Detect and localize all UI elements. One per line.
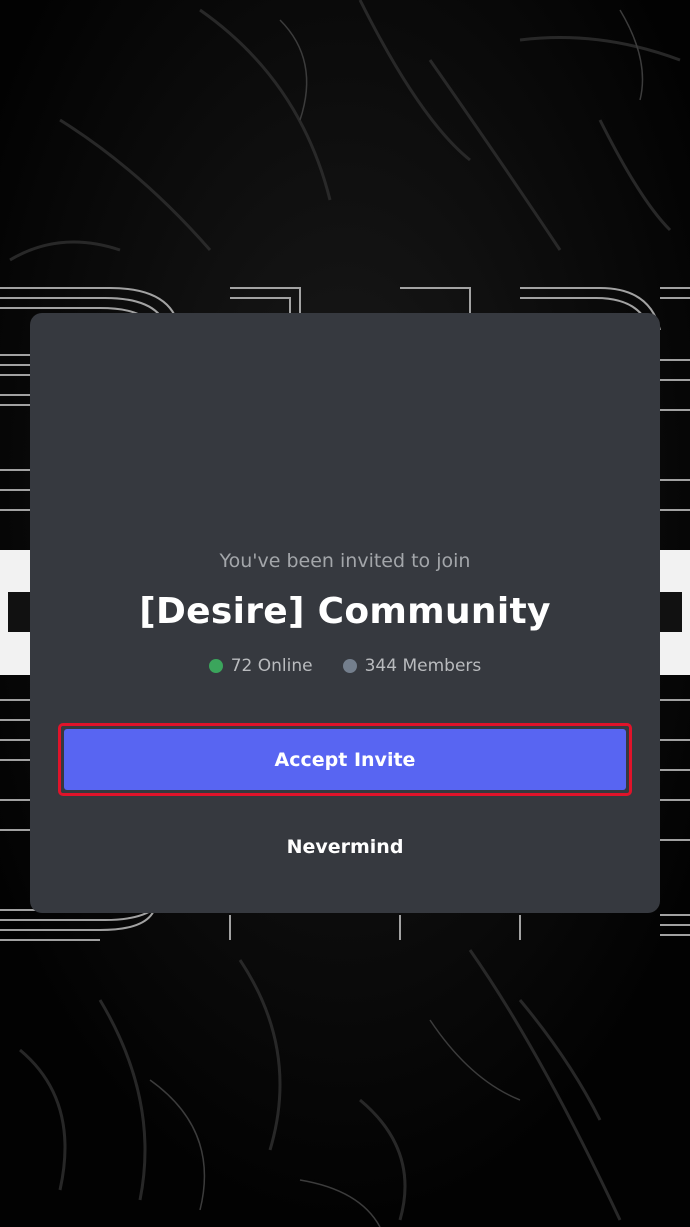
invite-subtitle: You've been invited to join	[219, 550, 471, 572]
member-count: 344 Members	[342, 656, 482, 676]
nevermind-button[interactable]: Nevermind	[245, 827, 445, 867]
server-name: [Desire] Community	[139, 591, 551, 632]
online-count: 72 Online	[208, 656, 313, 676]
accept-highlight-outline: Accept Invite	[58, 723, 632, 796]
member-count-label: 344 Members	[364, 656, 482, 676]
invite-screen: You've been invited to join [Desire] Com…	[0, 0, 690, 1227]
accept-invite-button[interactable]: Accept Invite	[64, 729, 626, 790]
invite-modal: You've been invited to join [Desire] Com…	[30, 313, 660, 913]
online-count-label: 72 Online	[230, 656, 313, 676]
server-stats: 72 Online 344 Members	[30, 656, 660, 676]
member-status-dot-icon	[342, 659, 357, 673]
online-status-dot-icon	[208, 659, 223, 673]
